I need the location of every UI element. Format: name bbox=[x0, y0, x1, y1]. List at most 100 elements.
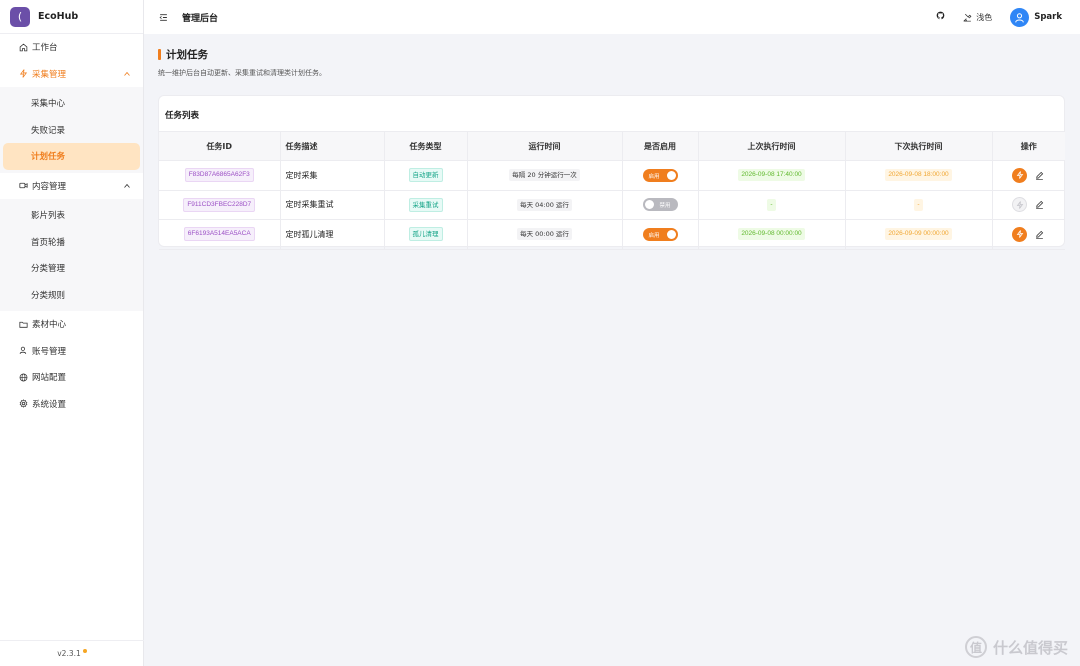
sidebar-item-label: 素材中心 bbox=[32, 320, 67, 331]
col-header-actions: 操作 bbox=[992, 131, 1065, 161]
user-name: Spark bbox=[1034, 12, 1062, 22]
row-actions bbox=[993, 197, 1066, 213]
sidebar-item-category-manage[interactable]: 分类管理 bbox=[0, 255, 143, 282]
task-type-tag: 采集重试 bbox=[408, 197, 443, 212]
run-now-button[interactable] bbox=[1012, 226, 1028, 242]
next-run-cell: - bbox=[845, 190, 993, 220]
video-icon bbox=[17, 181, 29, 190]
sidebar-item-category-rules[interactable]: 分类规则 bbox=[0, 282, 143, 309]
sidebar: ( EcoHub 工作台 采集管理 采集中心 失败记录 计划任务 内容管理 影片… bbox=[0, 0, 144, 666]
col-header-type[interactable]: 任务类型 bbox=[384, 131, 468, 161]
actions-cell bbox=[992, 160, 1066, 191]
edit-button[interactable] bbox=[1035, 170, 1045, 180]
enabled-cell: 禁用 bbox=[622, 190, 699, 220]
user-avatar-icon bbox=[1015, 12, 1024, 22]
switch-knob bbox=[644, 200, 654, 210]
update-dot bbox=[82, 648, 87, 653]
sidebar-item-label: 系统设置 bbox=[32, 399, 67, 410]
menu-fold-icon[interactable] bbox=[159, 12, 169, 22]
task-type-cell: 自动更新 bbox=[384, 160, 468, 191]
table-header-row: 任务ID 任务描述 任务类型 运行时间 是否启用 上次执行时间 下次执行时间 操… bbox=[159, 131, 1065, 161]
task-id-tag[interactable]: F911CD3FBEC228D7 bbox=[183, 197, 256, 212]
switch-label: 禁用 bbox=[659, 203, 671, 210]
actions-cell bbox=[992, 190, 1065, 220]
lightning-icon bbox=[17, 69, 29, 78]
switch-label: 启用 bbox=[648, 232, 660, 239]
sidebar-item-accounts[interactable]: 账号管理 bbox=[0, 338, 143, 365]
header-title: 管理后台 bbox=[182, 13, 219, 24]
task-id-cell: F911CD3FBEC228D7 bbox=[159, 190, 281, 220]
sidebar-item-system-settings[interactable]: 系统设置 bbox=[0, 391, 143, 418]
table-row: 6F6193A514EA5ACA 定时孤儿清理 孤儿清理 每天 00:00 运行… bbox=[159, 219, 1065, 250]
task-id-cell: F83D87A6865A62F3 bbox=[159, 160, 281, 191]
sidebar-item-assets[interactable]: 素材中心 bbox=[0, 311, 143, 338]
pencil-icon bbox=[1036, 171, 1044, 180]
enable-switch[interactable]: 禁用 bbox=[642, 198, 678, 212]
sidebar-item-content[interactable]: 内容管理 bbox=[0, 173, 143, 200]
table-row: F911CD3FBEC228D7 定时采集重试 采集重试 每天 04:00 运行… bbox=[159, 190, 1065, 220]
github-icon[interactable] bbox=[936, 11, 945, 23]
theme-label: 浅色 bbox=[976, 12, 993, 22]
task-desc-cell: 定时采集重试 bbox=[280, 190, 385, 220]
submenu-content: 影片列表 首页轮播 分类管理 分类规则 bbox=[0, 199, 143, 311]
edit-button[interactable] bbox=[1035, 200, 1045, 210]
next-run-tag: 2026-09-09 00:00:00 bbox=[885, 228, 952, 241]
last-run-cell: 2026-09-08 17:40:00 bbox=[698, 160, 846, 191]
schedule-cell: 每天 00:00 运行 bbox=[467, 219, 623, 250]
run-now-button[interactable] bbox=[1012, 197, 1028, 213]
switch-knob bbox=[666, 170, 676, 180]
version-label: v2.3.1 bbox=[57, 649, 81, 658]
sidebar-item-fail-records[interactable]: 失败记录 bbox=[0, 117, 143, 144]
page-description: 统一维护后台自动更新、采集重试和清理类计划任务。 bbox=[158, 69, 326, 77]
last-run-cell: - bbox=[698, 190, 846, 220]
run-now-button[interactable] bbox=[1012, 167, 1028, 183]
task-type-tag: 自动更新 bbox=[408, 168, 443, 183]
col-header-last-run[interactable]: 上次执行时间 bbox=[698, 131, 846, 161]
task-id-tag[interactable]: 6F6193A514EA5ACA bbox=[183, 227, 255, 242]
sidebar-item-home-carousel[interactable]: 首页轮播 bbox=[0, 229, 143, 256]
enable-switch[interactable]: 启用 bbox=[642, 168, 678, 182]
task-desc-cell: 定时孤儿清理 bbox=[280, 219, 385, 250]
schedule-cell: 每隔 20 分钟运行一次 bbox=[467, 160, 623, 191]
col-header-desc[interactable]: 任务描述 bbox=[280, 131, 385, 161]
chevron-up-icon bbox=[123, 182, 131, 193]
brand-logo: ( bbox=[10, 6, 30, 27]
brand[interactable]: ( EcoHub bbox=[0, 0, 143, 34]
theme-toggle[interactable]: 浅色 bbox=[963, 12, 992, 23]
row-actions bbox=[993, 167, 1066, 183]
next-run-tag: - bbox=[914, 198, 923, 211]
schedule-tag: 每天 04:00 运行 bbox=[517, 198, 572, 211]
sidebar-item-label: 内容管理 bbox=[32, 181, 67, 192]
sidebar-item-collect[interactable]: 采集管理 bbox=[0, 61, 143, 88]
task-list-card: 任务列表 任务ID 任务描述 任务类型 运行时间 是否启用 上次执行时间 下次执… bbox=[158, 95, 1066, 250]
user-menu[interactable]: Spark bbox=[1010, 7, 1062, 27]
actions-cell bbox=[992, 219, 1065, 250]
task-type-tag: 孤儿清理 bbox=[408, 227, 443, 242]
page-header: 计划任务 统一维护后台自动更新、采集重试和清理类计划任务。 bbox=[158, 47, 326, 78]
watermark: 值 什么值得买 bbox=[964, 636, 1068, 658]
schedule-tag: 每隔 20 分钟运行一次 bbox=[509, 169, 580, 182]
col-header-id[interactable]: 任务ID bbox=[159, 131, 281, 161]
sidebar-item-label: 工作台 bbox=[32, 43, 58, 54]
edit-button[interactable] bbox=[1035, 229, 1045, 239]
enable-switch[interactable]: 启用 bbox=[642, 227, 678, 241]
last-run-tag: 2026-09-08 00:00:00 bbox=[738, 228, 805, 241]
next-run-cell: 2026-09-08 18:00:00 bbox=[845, 160, 993, 191]
sidebar-item-collect-center[interactable]: 采集中心 bbox=[0, 90, 143, 117]
sidebar-item-site-config[interactable]: 网站配置 bbox=[0, 364, 143, 391]
user-icon bbox=[17, 346, 29, 355]
lightning-icon bbox=[1016, 201, 1024, 209]
version-info: v2.3.1 bbox=[0, 640, 144, 666]
sidebar-item-workbench[interactable]: 工作台 bbox=[0, 34, 143, 61]
sidebar-item-movie-list[interactable]: 影片列表 bbox=[0, 202, 143, 229]
sidebar-item-label: 采集管理 bbox=[32, 69, 67, 80]
next-run-tag: 2026-09-08 18:00:00 bbox=[885, 169, 952, 182]
lightning-icon bbox=[1016, 230, 1024, 238]
home-icon bbox=[17, 43, 29, 52]
col-header-enabled[interactable]: 是否启用 bbox=[622, 131, 699, 161]
task-id-tag[interactable]: F83D87A6865A62F3 bbox=[184, 168, 254, 183]
sidebar-item-scheduled-tasks[interactable]: 计划任务 bbox=[3, 143, 140, 170]
col-header-next-run[interactable]: 下次执行时间 bbox=[845, 131, 993, 161]
col-header-schedule[interactable]: 运行时间 bbox=[467, 131, 623, 161]
switch-knob bbox=[666, 229, 676, 239]
